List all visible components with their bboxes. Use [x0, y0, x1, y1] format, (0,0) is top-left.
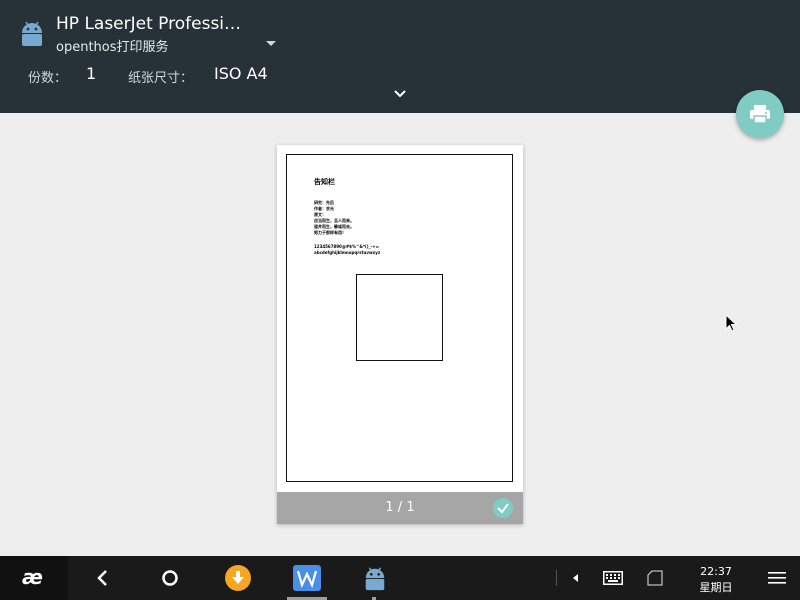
- tray-divider: [556, 570, 557, 586]
- print-button[interactable]: [736, 90, 784, 138]
- taskbar-app-writer[interactable]: [290, 556, 324, 600]
- copies-value[interactable]: 1: [86, 64, 96, 83]
- keyboard-button[interactable]: [600, 556, 626, 600]
- storage-button[interactable]: [642, 556, 668, 600]
- page-border: 告知栏 研究：先后 作者：余光 原文： 应当而生，且人而来。 道并而生，静谧而去…: [286, 154, 513, 482]
- notification-center-button[interactable]: [764, 556, 792, 600]
- print-options-header: HP LaserJet Professi… openthos打印服务 份数： 1…: [0, 0, 800, 113]
- android-icon: [365, 567, 385, 591]
- mouse-cursor-icon: [725, 314, 737, 332]
- page-footer: 1 / 1: [277, 492, 523, 524]
- printer-name: HP LaserJet Professi…: [56, 14, 242, 34]
- caret-left-icon: [573, 574, 578, 582]
- check-circle-icon[interactable]: [493, 498, 513, 518]
- document-line: 应当而生，且人而来。: [314, 218, 354, 223]
- document-title: 告知栏: [314, 178, 335, 186]
- document-line: 研究：先后: [314, 200, 334, 205]
- taskbar: æ 22:37 星期日: [0, 556, 800, 600]
- chevron-down-icon[interactable]: [266, 41, 276, 46]
- print-icon: [750, 105, 770, 124]
- printer-selector[interactable]: HP LaserJet Professi… openthos打印服务: [18, 14, 278, 55]
- home-circle-icon: [162, 570, 178, 586]
- back-button[interactable]: [86, 556, 120, 600]
- home-button[interactable]: [153, 556, 187, 600]
- wps-writer-icon: [293, 565, 321, 591]
- start-logo: æ: [22, 565, 43, 589]
- page-indicator: 1 / 1: [385, 500, 415, 515]
- clock-time: 22:37: [700, 565, 732, 578]
- page-preview[interactable]: 告知栏 研究：先后 作者：余光 原文： 应当而生，且人而来。 道并而生，静谧而去…: [277, 145, 523, 524]
- print-service-name: openthos打印服务: [56, 40, 169, 55]
- paper-size-label: 纸张尺寸：: [128, 71, 194, 86]
- document-line: 1234567890@#$%^&*()_-+=: [314, 244, 379, 249]
- copies-label: 份数：: [28, 71, 68, 86]
- menu-icon: [768, 572, 786, 584]
- document-image-box: [356, 274, 443, 361]
- start-button[interactable]: æ: [0, 556, 68, 600]
- document-line: abcdefghijklmnopqrstuvwxyz: [314, 250, 381, 255]
- android-icon: [22, 21, 42, 46]
- document-line: 努力于那样有用！: [314, 230, 346, 235]
- clock-day: 星期日: [699, 581, 733, 594]
- document-line: 原文：: [314, 212, 326, 217]
- document-line: 作者：余光: [314, 206, 334, 211]
- keyboard-icon: [603, 571, 623, 585]
- sd-card-icon: [647, 570, 663, 586]
- taskbar-app-print-service[interactable]: [358, 556, 392, 600]
- paper-size-value[interactable]: ISO A4: [214, 64, 268, 83]
- back-icon: [97, 570, 107, 586]
- expand-more-icon[interactable]: [392, 88, 408, 100]
- download-app-icon: [225, 565, 251, 591]
- document-line: 道并而生，静谧而去。: [314, 224, 354, 229]
- taskbar-app-downloader[interactable]: [222, 556, 256, 600]
- tray-expand-button[interactable]: [568, 556, 584, 600]
